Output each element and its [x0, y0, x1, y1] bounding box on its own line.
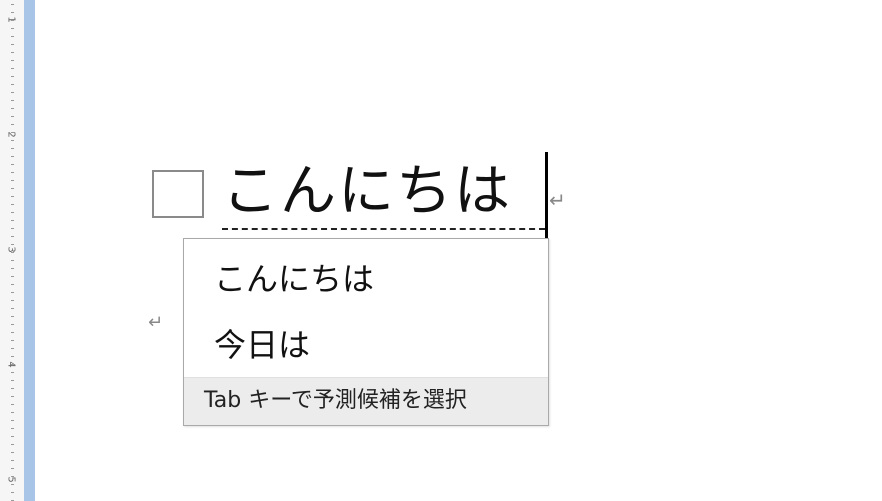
ruler-tick [11, 172, 14, 173]
ruler-tick [11, 28, 14, 29]
ruler-tick [11, 52, 14, 53]
ruler-tick [11, 356, 14, 357]
ruler-tick [11, 36, 14, 37]
ruler-tick [11, 420, 14, 421]
ruler-tick [11, 140, 14, 141]
ruler-tick [11, 260, 14, 261]
ruler-tick [11, 436, 14, 437]
ruler-tick [11, 20, 14, 21]
ruler-tick [11, 164, 14, 165]
ruler-tick [11, 236, 14, 237]
ruler-tick [11, 228, 14, 229]
ruler-tick [11, 316, 14, 317]
ruler-tick [11, 76, 14, 77]
ruler-tick [11, 212, 14, 213]
ruler-tick [11, 68, 14, 69]
ruler-tick [11, 188, 14, 189]
ruler-tick [11, 12, 14, 13]
ruler-tick [11, 220, 14, 221]
ruler-tick [11, 100, 14, 101]
prediction-popup: こんにちは 今日は Tab キーで予測候補を選択 [183, 238, 549, 426]
ruler-margin-bar [24, 0, 35, 501]
ruler-tick [11, 492, 14, 493]
ruler-tick [11, 348, 14, 349]
vertical-ruler: 1 2 3 4 5 [0, 0, 24, 501]
ruler-tick [11, 4, 14, 5]
ruler-tick [11, 44, 14, 45]
ruler-tick [11, 404, 14, 405]
ruler-tick [11, 92, 14, 93]
prediction-hint-text: Tab キーで予測候補を選択 [204, 388, 467, 413]
ruler-tick [11, 244, 14, 245]
ruler-tick [11, 324, 14, 325]
ruler-tick [11, 372, 14, 373]
paragraph-mark-icon: ↵ [148, 312, 164, 333]
ruler-tick [11, 148, 14, 149]
ruler-tick [11, 204, 14, 205]
ruler-tick [11, 332, 14, 333]
ruler-tick [11, 364, 14, 365]
ruler-tick [11, 116, 14, 117]
ruler-tick [11, 292, 14, 293]
checkbox-square[interactable] [152, 170, 204, 218]
ruler-tick [11, 124, 14, 125]
composition-text[interactable]: こんにちは [222, 157, 512, 227]
ruler-tick [11, 284, 14, 285]
ruler-tick [11, 60, 14, 61]
ruler-tick [11, 252, 14, 253]
ruler-tick [11, 452, 14, 453]
ruler-tick [11, 132, 14, 133]
ruler-tick [11, 300, 14, 301]
ruler-tick [11, 380, 14, 381]
composition-underline [222, 228, 545, 230]
ruler-tick [11, 396, 14, 397]
prediction-candidate[interactable]: こんにちは [214, 253, 374, 305]
ruler-tick [11, 276, 14, 277]
ruler-tick [11, 460, 14, 461]
ruler-tick [11, 340, 14, 341]
ruler-tick [11, 268, 14, 269]
prediction-candidate[interactable]: 今日は [214, 319, 310, 371]
text-caret [545, 152, 548, 238]
ruler-tick [11, 388, 14, 389]
ruler-tick [11, 180, 14, 181]
ruler-tick [11, 308, 14, 309]
ruler-tick [11, 476, 14, 477]
ruler-tick [11, 196, 14, 197]
ruler-tick [11, 484, 14, 485]
paragraph-mark-icon: ↵ [549, 188, 566, 212]
ruler-tick [11, 444, 14, 445]
ruler-tick [11, 468, 14, 469]
ruler-tick [11, 428, 14, 429]
prediction-hint-bar: Tab キーで予測候補を選択 [184, 377, 548, 425]
ruler-tick [11, 156, 14, 157]
ruler-tick [11, 84, 14, 85]
ruler-tick [11, 412, 14, 413]
ruler-tick [11, 108, 14, 109]
